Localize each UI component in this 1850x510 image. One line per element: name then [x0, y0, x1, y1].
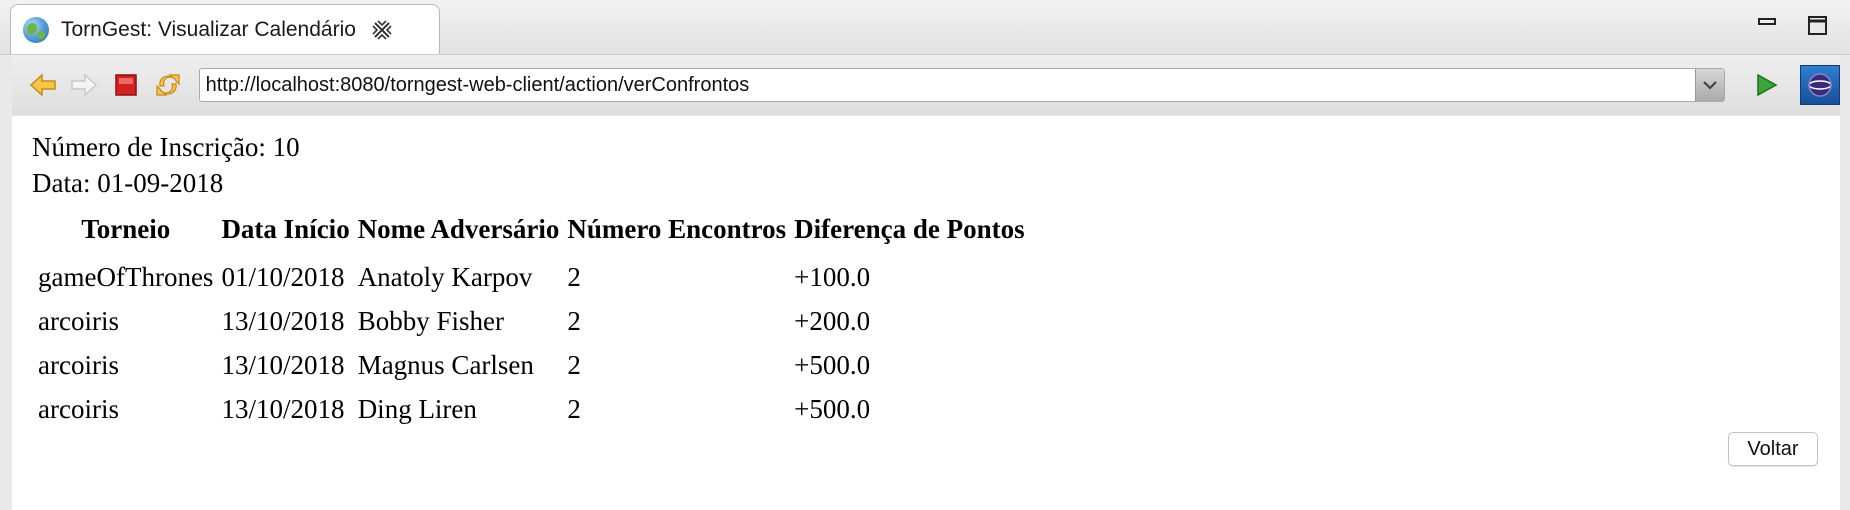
- stop-icon[interactable]: [109, 68, 143, 102]
- header-torneio: Torneio: [81, 214, 171, 244]
- table-row: arcoiris 13/10/2018 Ding Liren 2 +500.0: [34, 385, 1029, 429]
- tab-bar: TornGest: Visualizar Calendário: [0, 0, 1850, 55]
- url-dropdown-icon[interactable]: [1694, 69, 1724, 101]
- voltar-button[interactable]: Voltar: [1728, 432, 1818, 466]
- cell-nome-adversario: Anatoly Karpov: [357, 261, 533, 292]
- header-data-inicio: Data Início: [221, 214, 350, 244]
- refresh-icon[interactable]: [151, 68, 185, 102]
- cell-numero-encontros: 2: [567, 393, 581, 424]
- eclipse-icon[interactable]: [1800, 65, 1841, 105]
- back-arrow-icon[interactable]: [26, 68, 60, 102]
- table-row: arcoiris 13/10/2018 Magnus Carlsen 2 +50…: [34, 341, 1029, 385]
- header-nome-adversario: Nome Adversário: [357, 214, 560, 244]
- cell-torneio: arcoiris: [38, 349, 119, 380]
- cell-torneio: gameOfThrones: [38, 261, 214, 292]
- cell-data-inicio: 01/10/2018: [221, 261, 345, 292]
- table-row: arcoiris 13/10/2018 Bobby Fisher 2 +200.…: [34, 297, 1029, 341]
- table-header-row: Torneio Data Início Nome Adversário Núme…: [34, 208, 1029, 253]
- tab-title: TornGest: Visualizar Calendário: [61, 17, 356, 41]
- date-label: Data: 01-09-2018: [32, 168, 224, 198]
- window-controls: [1756, 14, 1830, 38]
- cell-torneio: arcoiris: [38, 305, 119, 336]
- cell-nome-adversario: Magnus Carlsen: [357, 349, 534, 380]
- cell-data-inicio: 13/10/2018: [221, 349, 345, 380]
- header-numero-encontros: Número Encontros: [567, 214, 787, 244]
- cell-diferenca-pontos: +500.0: [794, 393, 871, 424]
- minimize-icon[interactable]: [1756, 14, 1780, 38]
- maximize-icon[interactable]: [1806, 14, 1830, 38]
- inscricao-label: Número de Inscrição: 10: [32, 132, 300, 162]
- cell-nome-adversario: Ding Liren: [357, 393, 477, 424]
- cell-numero-encontros: 2: [567, 349, 581, 380]
- url-input[interactable]: [199, 69, 1695, 101]
- globe-icon: [23, 16, 49, 43]
- browser-toolbar: [12, 55, 1841, 115]
- cell-data-inicio: 13/10/2018: [221, 305, 345, 336]
- cell-numero-encontros: 2: [567, 305, 581, 336]
- cell-diferenca-pontos: +100.0: [794, 261, 871, 292]
- tab-torngest[interactable]: TornGest: Visualizar Calendário: [10, 4, 440, 54]
- page-content: Número de Inscrição: 10 Data: 01-09-2018…: [12, 116, 1840, 510]
- close-tab-icon[interactable]: [370, 18, 394, 42]
- go-icon[interactable]: [1749, 68, 1783, 102]
- cell-diferenca-pontos: +500.0: [794, 349, 871, 380]
- cell-torneio: arcoiris: [38, 393, 119, 424]
- url-bar: [198, 68, 1725, 102]
- cell-data-inicio: 13/10/2018: [221, 393, 345, 424]
- browser-window: TornGest: Visualizar Calendário http://l…: [0, 0, 1850, 510]
- header-diferenca-pontos: Diferença de Pontos: [794, 214, 1025, 244]
- table-row: gameOfThrones 01/10/2018 Anatoly Karpov …: [34, 253, 1029, 297]
- cell-diferenca-pontos: +200.0: [794, 305, 871, 336]
- cell-numero-encontros: 2: [567, 261, 581, 292]
- forward-arrow-icon[interactable]: [68, 68, 102, 102]
- cell-nome-adversario: Bobby Fisher: [357, 305, 504, 336]
- confrontos-table: Torneio Data Início Nome Adversário Núme…: [34, 208, 1029, 429]
